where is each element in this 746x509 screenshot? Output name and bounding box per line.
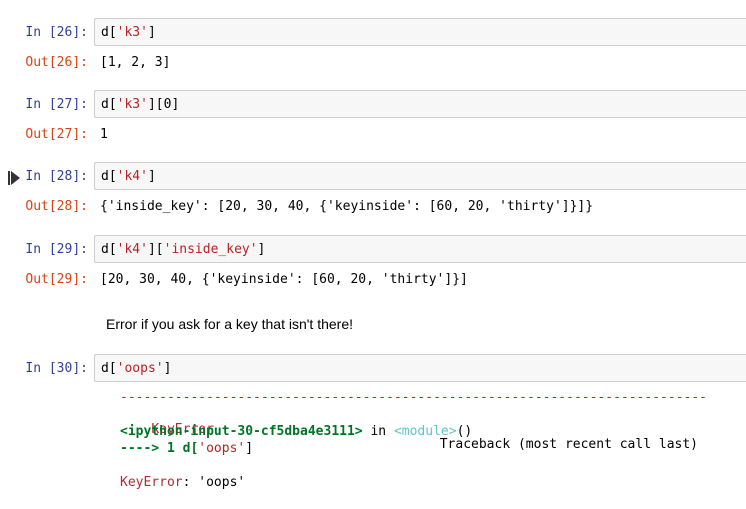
code-input[interactable]: d['k4']['inside_key'] [94,235,746,263]
traceback-location: <ipython-input-30-cf5dba4e3111> in <modu… [120,424,473,439]
code-input[interactable]: d['k3'] [94,18,746,46]
output-prompt: Out[29]: [25,272,88,287]
output-text: 1 [100,127,108,142]
input-prompt: In [30]: [25,361,88,376]
output-text: [1, 2, 3] [100,55,171,70]
code-text: d['k4'] [101,169,156,184]
markdown-text: Error if you ask for a key that isn't th… [106,316,353,332]
output-text: {'inside_key': [20, 30, 40, {'keyinside'… [100,199,594,214]
module-ref: <module> [393,424,457,439]
code-text: d['oops'] [101,361,172,376]
input-prompt: In [28]: [25,169,88,184]
input-prompt: In [27]: [25,97,88,112]
output-text: [20, 30, 40, {'keyinside': [60, 20, 'thi… [100,272,468,287]
code-text: d['k3'] [101,25,156,40]
traceback-arrow-line: ----> 1 d['oops'] [120,441,254,456]
final-error-line: KeyError: 'oops' [120,475,245,490]
final-error-name: KeyError [120,475,183,490]
traceback-dashes: ----------------------------------------… [120,390,707,405]
code-text: d['k4']['inside_key'] [101,242,266,257]
traceback-header: Traceback (most recent call last) [439,437,698,452]
final-error-message: : 'oops' [182,475,246,490]
input-ref: <ipython-input-30-cf5dba4e3111> [120,424,363,439]
output-prompt: Out[26]: [25,55,88,70]
code-input[interactable]: d['k3'][0] [94,90,746,118]
input-prompt: In [29]: [25,242,88,257]
output-prompt: Out[27]: [25,127,88,142]
output-prompt: Out[28]: [25,199,88,214]
input-prompt: In [26]: [25,25,88,40]
code-text: d['k3'][0] [101,97,180,112]
code-input[interactable]: d['oops'] [94,354,746,382]
code-input[interactable]: d['k4'] [94,162,746,190]
